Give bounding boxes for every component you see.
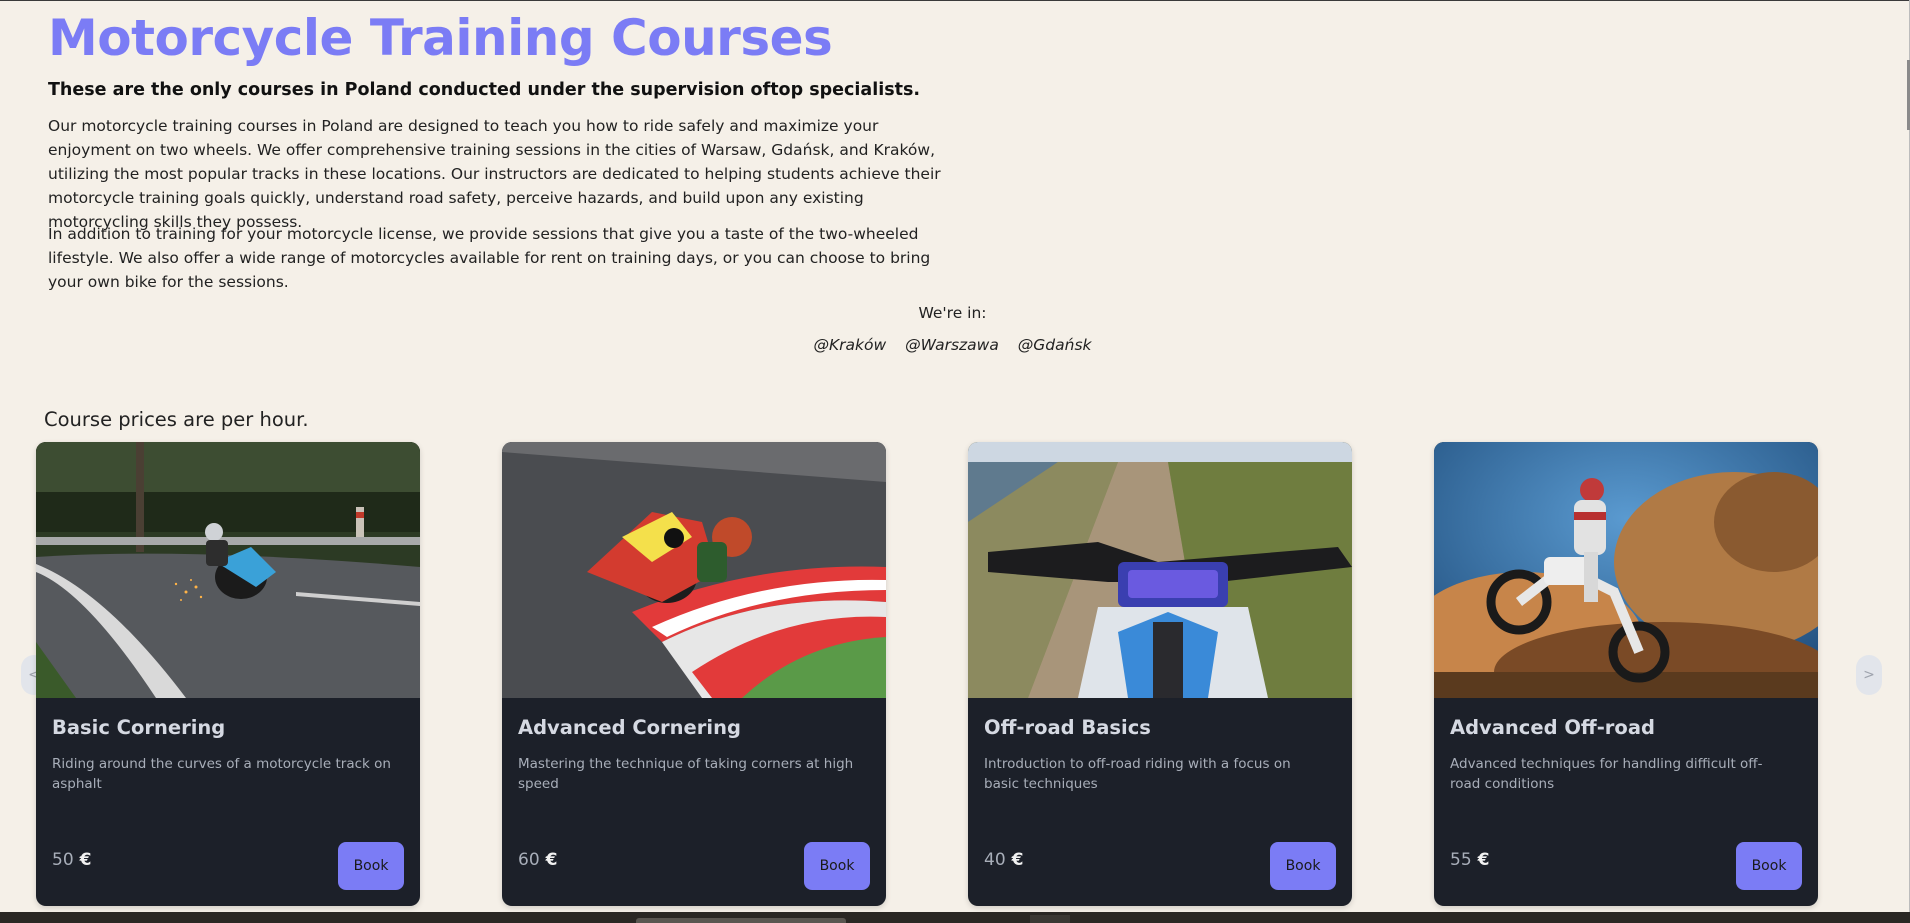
course-description: Mastering the technique of taking corner…	[518, 756, 854, 792]
course-title: Advanced Off-road	[1450, 716, 1655, 739]
euro-icon: €	[1477, 850, 1490, 870]
course-price: 55 €	[1450, 850, 1489, 870]
course-title: Off-road Basics	[984, 716, 1151, 739]
price-value: 40	[984, 850, 1006, 870]
window-top-border	[0, 0, 1910, 1]
euro-icon: €	[79, 850, 92, 870]
book-button[interactable]: Book	[1270, 842, 1336, 890]
book-button[interactable]: Book	[804, 842, 870, 890]
locations-list: @Kraków @Warszawa @Gdańsk	[0, 336, 1905, 354]
course-price: 40 €	[984, 850, 1023, 870]
price-value: 50	[52, 850, 74, 870]
euro-icon: €	[1011, 850, 1024, 870]
dust-jump-photo	[1434, 442, 1818, 698]
course-price: 60 €	[518, 850, 557, 870]
course-description: Introduction to off-road riding with a f…	[984, 756, 1291, 792]
road-cornering-photo	[36, 442, 420, 698]
course-card-basic-cornering: Basic Cornering Riding around the curves…	[36, 442, 420, 906]
course-card-advanced-offroad: Advanced Off-road Advanced techniques fo…	[1434, 442, 1818, 906]
rental-paragraph: In addition to training for your motorcy…	[48, 225, 931, 291]
course-description: Advanced techniques for handling difficu…	[1450, 756, 1763, 792]
page-subtitle: These are the only courses in Poland con…	[48, 80, 921, 100]
location-krakow: @Kraków	[813, 336, 887, 354]
book-button[interactable]: Book	[338, 842, 404, 890]
course-title: Advanced Cornering	[518, 716, 741, 739]
course-price: 50 €	[52, 850, 91, 870]
euro-icon: €	[545, 850, 558, 870]
location-warszawa: @Warszawa	[905, 336, 999, 354]
dirt-trail-photo	[968, 442, 1352, 698]
taskbar-item[interactable]	[636, 918, 846, 923]
page-title: Motorcycle Training Courses	[48, 9, 833, 67]
locations-label: We're in:	[918, 304, 987, 322]
price-value: 55	[1450, 850, 1472, 870]
location-gdansk: @Gdańsk	[1017, 336, 1092, 354]
track-racing-photo	[502, 442, 886, 698]
book-button[interactable]: Book	[1736, 842, 1802, 890]
price-value: 60	[518, 850, 540, 870]
course-card-offroad-basics: Off-road Basics Introduction to off-road…	[968, 442, 1352, 906]
carousel-next-button[interactable]: >	[1856, 655, 1882, 695]
intro-paragraph: Our motorcycle training courses in Polan…	[48, 117, 941, 231]
course-title: Basic Cornering	[52, 716, 226, 739]
prices-note: Course prices are per hour.	[44, 408, 309, 431]
taskbar	[0, 912, 1910, 923]
course-description: Riding around the curves of a motorcycle…	[52, 756, 391, 792]
taskbar-item[interactable]	[1030, 915, 1070, 923]
course-card-advanced-cornering: Advanced Cornering Mastering the techniq…	[502, 442, 886, 906]
